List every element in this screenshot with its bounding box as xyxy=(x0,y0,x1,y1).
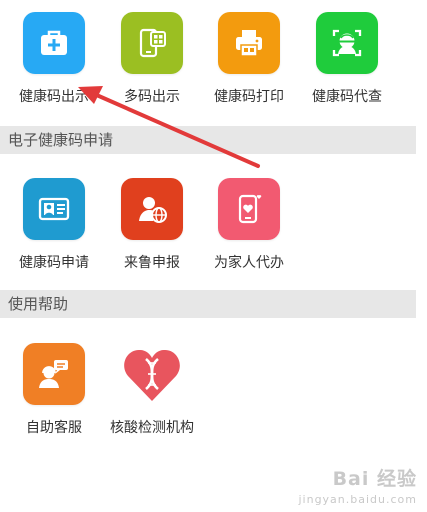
service-health-code-show[interactable]: 健康码出示 xyxy=(9,12,99,106)
printer-icon xyxy=(218,12,280,74)
watermark-sub: jingyan.baidu.com xyxy=(298,493,417,506)
service-health-code-print[interactable]: 健康码打印 xyxy=(204,12,294,106)
service-label: 健康码代查 xyxy=(312,89,382,105)
service-label: 核酸检测机构 xyxy=(110,420,194,436)
service-label: 为家人代办 xyxy=(214,255,284,271)
medical-kit-icon xyxy=(23,12,85,74)
service-nucleic-acid-testing-institutions[interactable]: 核酸检测机构 xyxy=(107,343,197,437)
service-label: 来鲁申报 xyxy=(124,255,180,271)
dna-heart-icon xyxy=(121,343,183,405)
phone-heart-icon xyxy=(218,178,280,240)
face-scan-icon xyxy=(316,12,378,74)
phone-qr-icon xyxy=(121,12,183,74)
service-label: 健康码申请 xyxy=(19,255,89,271)
baidu-jingyan-watermark: Bai 经验 jingyan.baidu.com xyxy=(298,464,417,506)
person-globe-icon xyxy=(121,178,183,240)
service-label: 健康码出示 xyxy=(19,89,89,105)
service-health-code-apply[interactable]: 健康码申请 xyxy=(9,178,99,272)
service-arrival-declaration[interactable]: 来鲁申报 xyxy=(107,178,197,272)
service-label: 自助客服 xyxy=(26,420,82,436)
customer-service-icon xyxy=(23,343,85,405)
section-header-apply: 电子健康码申请 xyxy=(0,126,416,154)
service-label: 多码出示 xyxy=(124,89,180,105)
service-self-help-customer-service[interactable]: 自助客服 xyxy=(9,343,99,437)
service-label: 健康码打印 xyxy=(214,89,284,105)
section-header-help: 使用帮助 xyxy=(0,290,416,318)
health-code-services-screen: 健康码出示 多码出示 健康码打印 健康码代查 电子健康码申请 健康码申请 来鲁申… xyxy=(0,0,427,512)
service-family-proxy[interactable]: 为家人代办 xyxy=(204,178,294,272)
watermark-main: Bai 经验 xyxy=(332,468,417,490)
id-card-icon xyxy=(23,178,85,240)
service-health-code-proxy-query[interactable]: 健康码代查 xyxy=(302,12,392,106)
service-multi-code-show[interactable]: 多码出示 xyxy=(107,12,197,106)
